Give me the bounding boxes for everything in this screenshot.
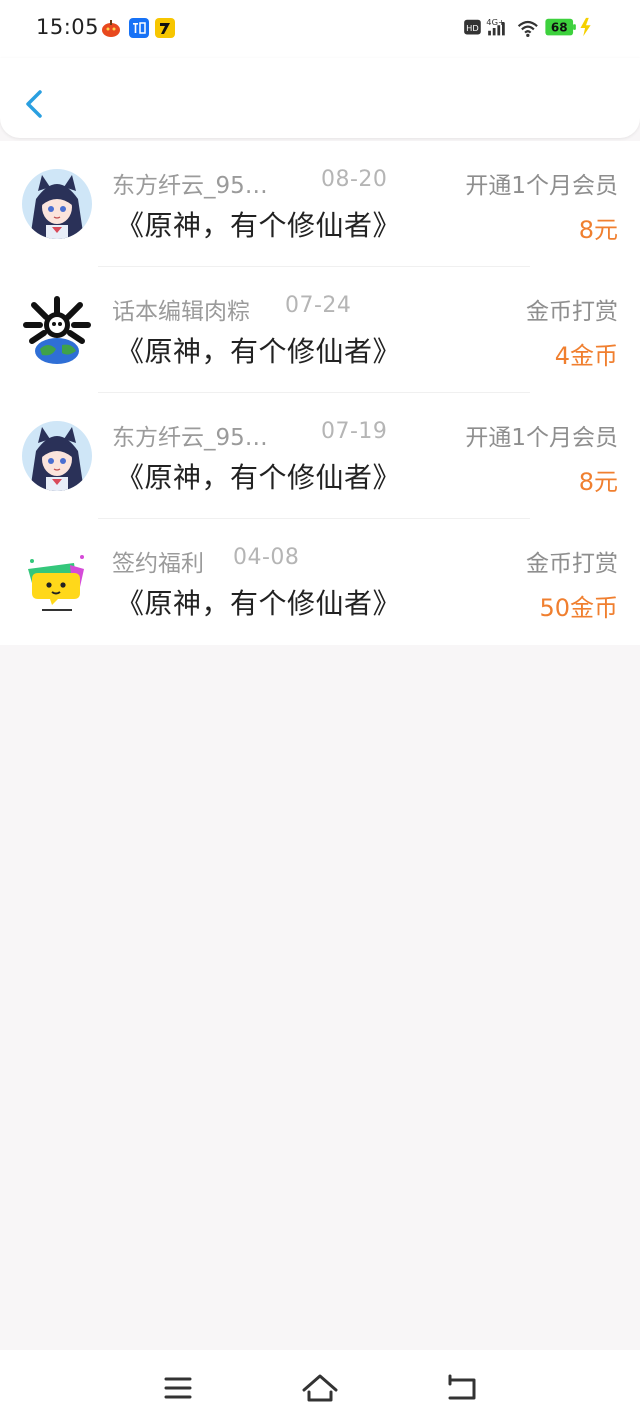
record-type: 开通1个月会员	[465, 425, 618, 451]
record-date: 07-19	[321, 419, 388, 444]
book-title: 《原神，有个修仙者》	[116, 209, 402, 242]
record-type: 金币打赏	[526, 299, 618, 325]
record-amount: 50金币	[539, 594, 618, 622]
back-nav-button[interactable]	[442, 1370, 482, 1406]
chevron-left-icon	[26, 90, 42, 118]
status-indicators: HD 4G+ 68	[464, 17, 591, 38]
record-date: 08-20	[321, 167, 388, 192]
tiger-icon	[155, 18, 175, 38]
svg-text:68: 68	[551, 21, 568, 35]
list-item[interactable]: 东方纤云_95… 07-19 开通1个月会员 《原神，有个修仙者》 8元	[0, 393, 640, 519]
book-title: 《原神，有个修仙者》	[116, 461, 402, 494]
home-button[interactable]	[300, 1370, 340, 1406]
record-date: 07-24	[285, 293, 352, 318]
back-button[interactable]	[18, 82, 54, 126]
record-type: 开通1个月会员	[465, 173, 618, 199]
back-icon	[448, 1374, 476, 1400]
sender-name: 东方纤云_95…	[112, 425, 268, 451]
sender-name: 东方纤云_95…	[112, 173, 268, 199]
list-item[interactable]: 签约福利 04-08 金币打赏 《原神，有个修仙者》 50金币	[0, 519, 640, 645]
battery-icon: 68	[545, 18, 576, 36]
svg-text:HD: HD	[466, 23, 479, 33]
record-amount: 4金币	[554, 342, 618, 370]
header	[0, 58, 640, 138]
record-amount: 8元	[578, 216, 618, 244]
anime-girl-avatar[interactable]	[22, 169, 92, 239]
book-title: 《原神，有个修仙者》	[116, 587, 402, 620]
charging-icon	[580, 17, 591, 37]
status-time: 15:05	[36, 15, 100, 39]
chat-bubble-avatar[interactable]	[22, 547, 92, 617]
home-icon	[302, 1374, 338, 1402]
status-bar: 15:05 HD 4G+ 68	[0, 0, 640, 58]
menu-icon	[164, 1377, 192, 1399]
list-item[interactable]: 东方纤云_95… 08-20 开通1个月会员 《原神，有个修仙者》 8元	[0, 141, 640, 267]
wifi-icon	[517, 20, 538, 38]
anime-girl-avatar[interactable]	[22, 421, 92, 491]
record-date: 04-08	[233, 545, 300, 570]
pumpkin-icon	[101, 18, 121, 38]
record-type: 金币打赏	[526, 551, 618, 577]
signal-icon: 4G+	[486, 17, 505, 36]
sender-name: 话本编辑肉粽	[112, 299, 250, 325]
income-records-list: 东方纤云_95… 08-20 开通1个月会员 《原神，有个修仙者》 8元 话本编…	[0, 141, 640, 645]
zhihu-icon	[129, 18, 149, 38]
list-item[interactable]: 话本编辑肉粽 07-24 金币打赏 《原神，有个修仙者》 4金币	[0, 267, 640, 393]
record-amount: 8元	[578, 468, 618, 496]
system-nav-bar	[0, 1350, 640, 1425]
sender-name: 签约福利	[112, 551, 204, 577]
hd-icon: HD	[464, 19, 481, 35]
earth-skull-avatar[interactable]	[22, 295, 92, 365]
book-title: 《原神，有个修仙者》	[116, 335, 402, 368]
menu-button[interactable]	[158, 1370, 198, 1406]
